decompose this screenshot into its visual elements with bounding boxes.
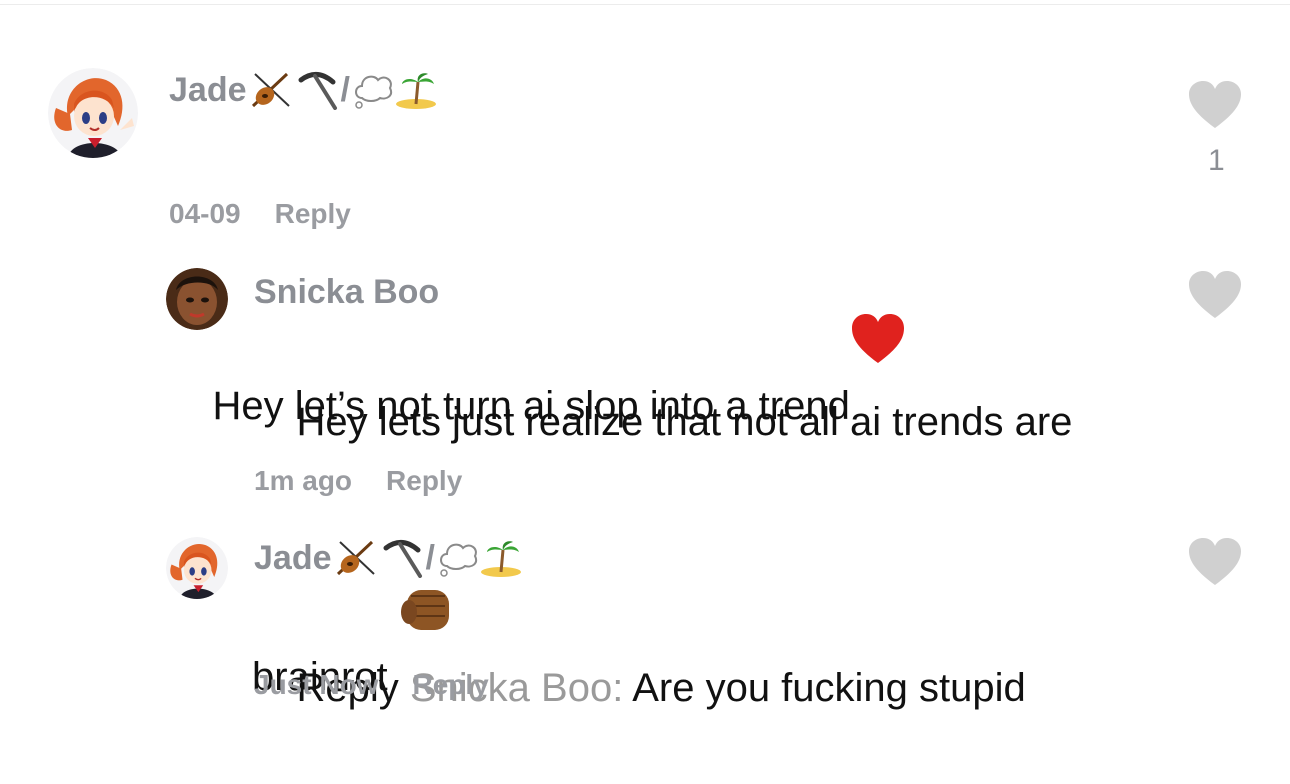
reply-author[interactable]: Jade / xyxy=(254,538,523,578)
reply-body: Are you fucking stupid xyxy=(632,666,1026,710)
like-button[interactable] xyxy=(1187,270,1243,320)
slash-text: / xyxy=(425,538,435,577)
reply-meta: 1m ago Reply xyxy=(254,465,462,497)
selfie-avatar-icon xyxy=(166,268,228,330)
anime-girl-avatar-icon xyxy=(166,537,228,599)
thought-bubble-icon xyxy=(352,70,394,110)
top-divider xyxy=(0,4,1290,5)
like-count: 1 xyxy=(1208,144,1225,177)
author-name: Jade xyxy=(254,538,332,577)
violin-icon xyxy=(249,70,295,110)
pick-icon xyxy=(380,538,424,578)
like-button[interactable] xyxy=(1187,537,1243,587)
pick-icon xyxy=(295,70,339,110)
island-icon xyxy=(394,70,438,110)
reply-time: Just Now xyxy=(254,669,379,700)
violin-icon xyxy=(334,538,380,578)
heart-outline-icon xyxy=(1189,538,1241,585)
reply-meta: Just Now Reply xyxy=(254,669,489,701)
reply-button[interactable]: Reply xyxy=(275,198,351,229)
reply-time: 1m ago xyxy=(254,465,353,496)
reply-button[interactable]: Reply xyxy=(412,669,488,700)
heart-outline-icon xyxy=(1189,271,1241,318)
reply-author[interactable]: Snicka Boo xyxy=(254,272,441,312)
thought-bubble-icon xyxy=(437,538,479,578)
author-name: Snicka Boo xyxy=(254,272,440,311)
avatar[interactable] xyxy=(166,268,228,330)
avatar[interactable] xyxy=(166,537,228,599)
avatar[interactable] xyxy=(48,68,138,158)
island-icon xyxy=(479,538,523,578)
like-button[interactable] xyxy=(1187,80,1243,130)
comment-time: 04-09 xyxy=(169,198,241,229)
reply-button[interactable]: Reply xyxy=(386,465,462,496)
slash-text: / xyxy=(340,70,350,109)
anime-girl-avatar-icon xyxy=(48,68,138,158)
comment-author[interactable]: Jade / xyxy=(169,70,438,110)
author-name: Jade xyxy=(169,70,247,109)
comment-meta: 04-09 Reply xyxy=(169,198,351,230)
heart-outline-icon xyxy=(1189,81,1241,128)
heart-icon xyxy=(850,185,906,363)
